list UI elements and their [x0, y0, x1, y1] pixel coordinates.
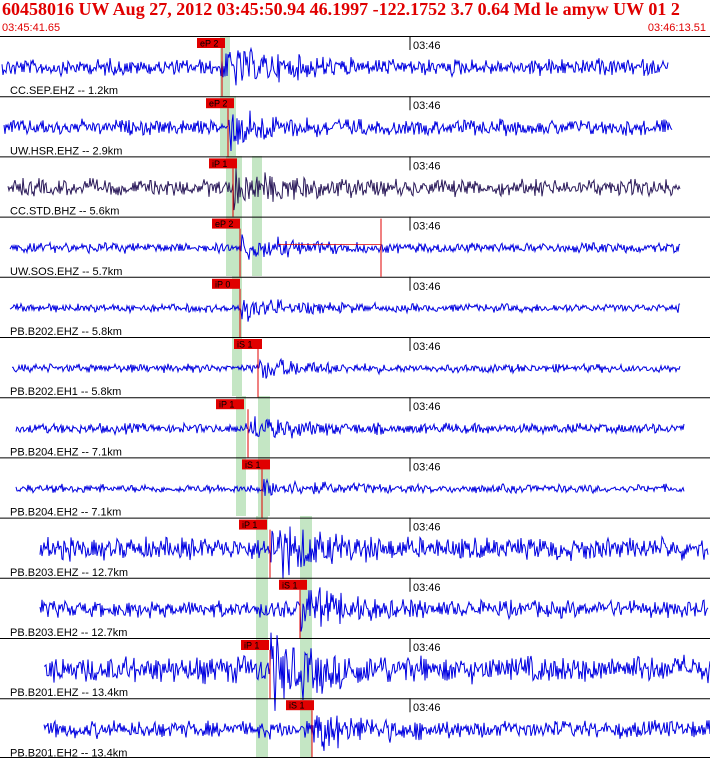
station-label: PB.B203.EH2 -- 12.7km: [10, 627, 127, 639]
trace-stack: 03:46 eP 2 CC.SEP.EHZ -- 1.2km 03:46 eP 2 UW.…: [0, 36, 710, 758]
waveform-trace: [9, 234, 681, 260]
trace-row: 03:46 iS 1 PB.B203.EH2 -- 12.7km: [0, 577, 710, 639]
minute-label: 03:46: [413, 582, 441, 594]
trace-row: 03:46 iP 1 CC.STD.BHZ -- 5.6km: [0, 156, 710, 218]
minute-label: 03:46: [413, 100, 441, 112]
station-label: PB.B202.EHZ -- 5.8km: [10, 326, 122, 338]
minute-label: 03:46: [413, 221, 441, 233]
trace-row: 03:46 iP 1 PB.B204.EHZ -- 7.1km: [0, 397, 710, 458]
analysis-window-band: [258, 396, 270, 516]
trace-row: 03:46 iS 1 PB.B201.EH2 -- 13.4km: [0, 698, 710, 758]
waveform-trace: [43, 715, 710, 751]
pick-label: iS 1: [289, 701, 305, 711]
pick-label: iP 1: [242, 520, 257, 530]
minute-label: 03:46: [413, 522, 441, 534]
station-label: CC.SEP.EHZ -- 1.2km: [10, 85, 118, 97]
pick-label: iS 1: [237, 340, 253, 350]
waveform-trace: [39, 526, 709, 579]
analysis-window-band: [236, 396, 246, 516]
pick-label: iS 1: [245, 460, 261, 470]
minute-label: 03:46: [413, 341, 441, 353]
pick-label: eP 2: [215, 219, 233, 229]
trace-row: 03:46 iP 0 PB.B202.EHZ -- 5.8km: [0, 276, 710, 338]
pick-label: iP 1: [219, 400, 234, 410]
pick-label: iP 0: [215, 279, 230, 289]
minute-label: 03:46: [413, 40, 441, 52]
event-header: 60458016 UW Aug 27, 2012 03:45:50.94 46.…: [0, 0, 710, 36]
waveform-trace: [9, 298, 681, 322]
waveform-trace: [15, 416, 685, 439]
waveform-trace: [7, 167, 681, 211]
pick-label: iP 1: [212, 159, 227, 169]
trace-row: 03:46 iS 1 PB.B204.EH2 -- 7.1km: [0, 457, 710, 519]
trace-row: 03:46 eP 2 UW.SOS.EHZ -- 5.7km: [0, 216, 710, 278]
trace-row: 03:46 eP 2 CC.SEP.EHZ -- 1.2km: [0, 36, 710, 97]
minute-label: 03:46: [413, 160, 441, 172]
station-label: UW.SOS.EHZ -- 5.7km: [10, 266, 122, 278]
station-label: PB.B201.EHZ -- 13.4km: [10, 687, 128, 699]
end-time: 03:46:13.51: [647, 22, 706, 34]
waveform-trace: [1, 46, 669, 86]
event-title: 60458016 UW Aug 27, 2012 03:45:50.94 46.…: [2, 0, 680, 19]
minute-label: 03:46: [413, 461, 441, 473]
seismogram-panel: 03:46 eP 2 CC.SEP.EHZ -- 1.2km 03:46 eP 2 UW.…: [0, 36, 710, 758]
station-label: PB.B203.EHZ -- 12.7km: [10, 567, 128, 579]
station-label: PB.B201.EH2 -- 13.4km: [10, 747, 127, 758]
station-label: UW.HSR.EHZ -- 2.9km: [10, 145, 122, 157]
trace-row: 03:46 iS 1 PB.B202.EH1 -- 5.8km: [0, 337, 710, 398]
waveform-trace: [11, 357, 681, 379]
station-label: PB.B204.EHZ -- 7.1km: [10, 446, 122, 458]
minute-label: 03:46: [413, 401, 441, 413]
waveform-trace: [15, 478, 685, 496]
trace-row: 03:46 eP 2 UW.HSR.EHZ -- 2.9km: [0, 96, 710, 157]
waveform-trace: [39, 587, 709, 632]
station-label: PB.B202.EH1 -- 5.8km: [10, 386, 121, 398]
pick-label: eP 2: [200, 39, 218, 49]
station-label: PB.B204.EH2 -- 7.1km: [10, 507, 121, 519]
minute-label: 03:46: [413, 642, 441, 654]
minute-label: 03:46: [413, 281, 441, 293]
analysis-window-band: [252, 156, 262, 276]
pick-label: iS 1: [282, 580, 298, 590]
station-label: CC.STD.BHZ -- 5.6km: [10, 206, 119, 218]
pick-label: iP 1: [244, 641, 259, 651]
minute-label: 03:46: [413, 702, 441, 714]
pick-label: eP 2: [209, 99, 227, 109]
trace-row: 03:46 iP 1 PB.B203.EHZ -- 12.7km: [0, 517, 710, 579]
analysis-window-band: [256, 516, 268, 758]
start-time: 03:45:41.65: [2, 22, 61, 34]
